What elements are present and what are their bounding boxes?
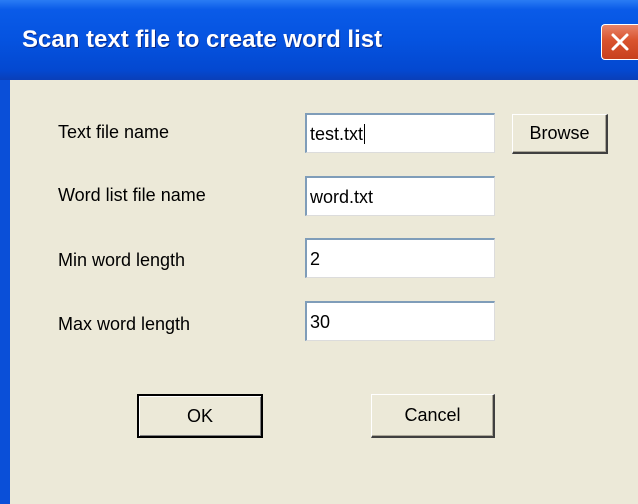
min-word-length-input[interactable]: 2 bbox=[305, 238, 495, 278]
text-file-name-label: Text file name bbox=[58, 122, 170, 142]
cancel-button[interactable]: Cancel bbox=[371, 394, 495, 438]
title-bar[interactable]: Scan text file to create word list bbox=[0, 0, 638, 80]
dialog-body: Text file name test.txt Browse Word list… bbox=[10, 80, 638, 504]
text-file-name-input[interactable]: test.txt bbox=[305, 113, 495, 153]
min-word-length-label: Min word length bbox=[58, 250, 186, 270]
word-list-file-name-input[interactable]: word.txt bbox=[305, 176, 495, 216]
text-cursor bbox=[364, 124, 366, 144]
close-icon bbox=[611, 33, 629, 51]
dialog-window: Scan text file to create word list Text … bbox=[0, 0, 638, 504]
max-word-length-input[interactable]: 30 bbox=[305, 301, 495, 341]
browse-button[interactable]: Browse bbox=[512, 114, 608, 154]
window-title: Scan text file to create word list bbox=[22, 26, 383, 53]
text-file-name-value: test.txt bbox=[310, 124, 364, 144]
close-button[interactable] bbox=[601, 24, 638, 60]
ok-button[interactable]: OK bbox=[137, 394, 263, 438]
max-word-length-label: Max word length bbox=[58, 314, 191, 334]
word-list-file-name-label: Word list file name bbox=[58, 185, 206, 205]
